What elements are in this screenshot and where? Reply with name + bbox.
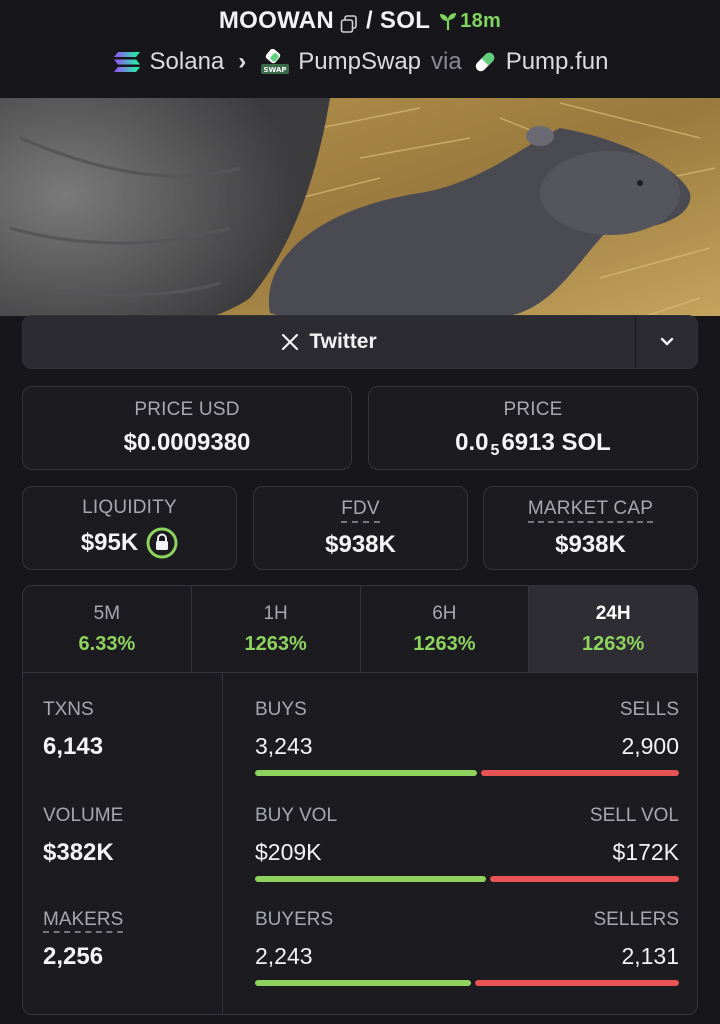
volume-metric: VOLUME $382K	[43, 805, 123, 867]
tab-5m[interactable]: 5M 6.33%	[23, 586, 192, 672]
price-native-card: PRICE 0.0 5 6913 SOL	[368, 386, 698, 470]
tab-label: 1H	[263, 602, 288, 624]
price-usd-value: $0.0009380	[123, 429, 251, 456]
dex-badge-text: SWAP	[264, 66, 287, 74]
makers-label[interactable]: MAKERS	[43, 909, 124, 933]
makers-value: 2,256	[43, 943, 104, 970]
lock-icon[interactable]	[146, 527, 178, 559]
buyers-value: 2,243	[255, 943, 313, 969]
buys-value: 3,243	[255, 733, 313, 759]
makers-metric: MAKERS 2,256	[43, 909, 124, 971]
tab-label: 5M	[93, 602, 121, 624]
buy-vol-fill	[255, 876, 486, 882]
buy-vol-value: $209K	[255, 839, 322, 865]
market-cap-value: $938K	[555, 530, 626, 558]
timeframe-tabs: 5M 6.33% 1H 1263% 6H 1263% 24H 1263%	[23, 586, 697, 673]
fdv-label[interactable]: FDV	[341, 498, 380, 523]
dex-name: PumpSwap	[298, 48, 422, 75]
sellers-label: SELLERS	[593, 909, 679, 930]
fdv-card: FDV $938K	[253, 486, 468, 570]
tab-label: 24H	[595, 602, 631, 624]
buy-vol-label: BUY VOL	[255, 805, 338, 826]
sells-value: 2,900	[621, 733, 679, 759]
buys-label: BUYS	[255, 699, 307, 720]
breadcrumb-chevron-icon: ›	[238, 48, 247, 75]
tab-change: 6.33%	[78, 632, 136, 655]
price-usd-label: PRICE USD	[134, 399, 240, 420]
launchpad-name: Pump.fun	[505, 48, 609, 75]
liquidity-value: $95K	[80, 529, 139, 556]
solana-logo-icon	[113, 52, 140, 72]
x-logo-icon	[282, 333, 299, 351]
sells-label: SELLS	[619, 699, 679, 720]
buyers-label: BUYERS	[255, 909, 334, 930]
token-banner-image	[0, 98, 720, 340]
sellers-fill	[474, 980, 679, 986]
pill-icon	[475, 52, 494, 72]
market-cap-label[interactable]: MARKET CAP	[527, 498, 654, 523]
buy-share-fill	[255, 770, 477, 776]
chevron-down-icon	[660, 337, 673, 346]
tab-1h[interactable]: 1H 1263%	[192, 586, 361, 672]
stats-panel: 5M 6.33% 1H 1263% 6H 1263% 24H 1263% TXN…	[22, 585, 698, 1015]
socials-dropdown-button[interactable]	[635, 316, 697, 368]
liquidity-label: LIQUIDITY	[82, 497, 177, 518]
pumpswap-logo-icon: SWAP	[261, 49, 290, 74]
buys-sells-row: BUYS SELLS 3,243 2,900	[255, 699, 679, 776]
tab-change: 1263%	[581, 632, 645, 655]
buyers-sellers-bar	[255, 980, 679, 986]
copy-icon[interactable]	[340, 12, 358, 33]
tab-6h[interactable]: 6H 1263%	[361, 586, 530, 672]
chain-name: Solana	[149, 48, 225, 75]
txns-value: 6,143	[43, 733, 104, 760]
price-native-prefix: 0.0	[455, 429, 489, 456]
totals-column: TXNS 6,143 VOLUME $382K MAKERS 2,256	[23, 673, 223, 1014]
price-native-label: PRICE	[503, 399, 563, 420]
breakdown-column: BUYS SELLS 3,243 2,900 BUY VOL SELL VOL …	[255, 673, 679, 1014]
volume-value: $382K	[43, 839, 114, 866]
tab-label: 6H	[432, 602, 457, 624]
twitter-label: Twitter	[309, 330, 377, 353]
twitter-button[interactable]: Twitter	[23, 316, 635, 368]
sell-vol-value: $172K	[612, 839, 679, 865]
volume-label: VOLUME	[43, 805, 124, 826]
sprout-icon	[440, 13, 457, 30]
liquidity-card: LIQUIDITY $95K	[22, 486, 237, 570]
twitter-button-group: Twitter	[22, 315, 698, 369]
tab-change: 1263%	[413, 632, 476, 655]
chain-link[interactable]: Solana	[112, 48, 225, 76]
volume-split-bar	[255, 876, 679, 882]
fdv-value: $938K	[325, 530, 396, 558]
txns-label: TXNS	[43, 699, 94, 720]
buys-sells-bar	[255, 770, 679, 776]
price-usd-card: PRICE USD $0.0009380	[22, 386, 352, 470]
price-native-value: 0.0 5 6913 SOL	[455, 429, 611, 459]
pair-age-value: 18m	[460, 9, 502, 32]
dex-link[interactable]: SWAP PumpSwap	[260, 48, 421, 76]
sell-share-fill	[480, 770, 679, 776]
pair-title: MOOWAN / SOL 18m	[0, 4, 720, 38]
sell-vol-label: SELL VOL	[589, 805, 679, 826]
txns-metric: TXNS 6,143	[43, 699, 103, 761]
sellers-value: 2,131	[621, 943, 679, 969]
market-cap-card: MARKET CAP $938K	[483, 486, 698, 570]
buyers-sellers-row: BUYERS SELLERS 2,243 2,131	[255, 909, 679, 986]
chain-breadcrumb: Solana › SWAP PumpSwap via Pump.fun	[0, 44, 720, 80]
buyers-fill	[255, 980, 471, 986]
token-symbol: MOOWAN	[218, 7, 334, 34]
tab-24h[interactable]: 24H 1263%	[529, 586, 697, 672]
liquidity-value-row: $95K	[81, 527, 178, 559]
volume-split-row: BUY VOL SELL VOL $209K $172K	[255, 805, 679, 882]
pair-age: 18m	[438, 10, 501, 33]
price-native-zero-count: 5	[490, 442, 500, 459]
tab-change: 1263%	[244, 632, 307, 655]
via-label: via	[431, 48, 462, 75]
launchpad-link[interactable]: Pump.fun	[472, 48, 609, 76]
sell-vol-fill	[489, 876, 679, 882]
pair-header: MOOWAN / SOL 18m Solana › SWAP PumpSwap …	[0, 0, 720, 98]
quote-symbol: / SOL	[366, 7, 431, 34]
price-native-suffix: 6913 SOL	[501, 429, 611, 456]
